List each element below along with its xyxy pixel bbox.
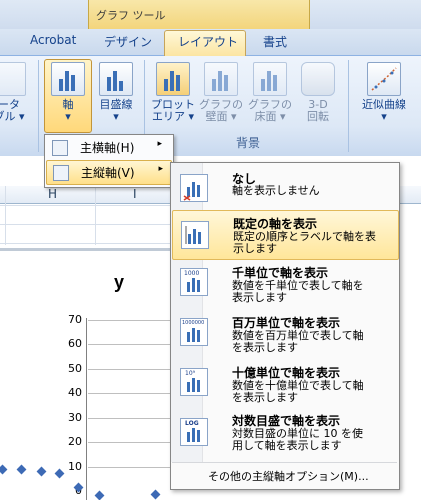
chart-gridline: [88, 369, 170, 370]
axis-log-icon: LOG: [180, 418, 208, 446]
menu-item-axis-default[interactable]: 既定の軸を表示 既定の順序とラベルで軸を表 示します: [172, 210, 399, 260]
menu-item-axis-log[interactable]: LOG 対数目盛で軸を表示 対数目盛の単位に 10 を使 用して軸を表示します: [172, 410, 397, 458]
chevron-right-icon: ▸: [157, 139, 162, 149]
menu-item-axis-none[interactable]: なし 軸を表示しません: [172, 166, 397, 210]
chart-gridline: [88, 418, 170, 419]
trendline-dropdown-arrow: ▾: [381, 110, 387, 123]
axis-billions-icon: 10⁹: [180, 368, 208, 396]
menu-item-description-2: 表示します: [232, 291, 287, 304]
chart-floor-button[interactable]: グラフの 床面 ▾: [246, 60, 294, 132]
3d-rotation-icon: [301, 62, 335, 96]
y-tick-label: 30: [68, 411, 82, 424]
tab-format[interactable]: 書式: [263, 33, 287, 50]
menu-separator: [172, 462, 397, 463]
axes-button[interactable]: 軸 ▾: [45, 60, 91, 132]
plot-area-button[interactable]: プロット エリア ▾: [150, 60, 196, 132]
chart-gridline: [88, 393, 170, 394]
menu-item-more-vertical-axis-options[interactable]: その他の主縦軸オプション(M)...: [208, 468, 369, 484]
gridlines-button[interactable]: 目盛線 ▾: [93, 60, 139, 132]
y-tick-label: 70: [68, 313, 82, 326]
menu-item-description-2: を表示します: [232, 391, 298, 404]
menu-item-description: 軸を表示しません: [232, 184, 320, 197]
menu-item-axis-thousands[interactable]: 1000 千単位で軸を表示 数値を千単位で表して軸を 表示します: [172, 260, 397, 308]
chart-wall-label-2: 壁面 ▾: [205, 110, 237, 123]
axes-icon: [51, 62, 85, 96]
y-axis-line: [86, 318, 87, 500]
data-table-icon: [0, 62, 26, 96]
column-header-i[interactable]: I: [133, 187, 137, 201]
vertical-axis-icon: [53, 165, 69, 181]
chart-floor-icon: [253, 62, 287, 96]
chevron-right-icon: ▸: [158, 164, 163, 174]
chart-frame-border: [0, 248, 170, 251]
row-gridline: [0, 224, 170, 225]
gridlines-dropdown-arrow: ▾: [113, 110, 119, 123]
menu-item-label: 主横軸(H): [80, 141, 135, 155]
axis-none-icon: [180, 174, 208, 202]
chart-gridline: [88, 344, 170, 345]
chart-title[interactable]: y: [114, 272, 124, 293]
gridlines-icon: [99, 62, 133, 96]
column-header-h[interactable]: H: [48, 187, 57, 201]
3d-rotation-label-2: 回転: [307, 110, 329, 123]
chart-gridline: [88, 320, 170, 321]
menu-item-primary-horizontal-axis[interactable]: 主横軸(H) ▸: [46, 136, 170, 159]
chart-tools-title: グラフ ツール: [96, 9, 166, 22]
tab-layout[interactable]: レイアウト: [178, 33, 238, 50]
chart-wall-button[interactable]: グラフの 壁面 ▾: [197, 60, 245, 132]
3d-rotation-button[interactable]: 3-D 回転: [296, 60, 340, 132]
menu-item-label: 主縦軸(V): [81, 166, 135, 180]
axis-thousands-icon: 1000: [180, 268, 208, 296]
trendline-button[interactable]: 近似曲線 ▾: [352, 60, 416, 132]
group-separator: [38, 60, 39, 152]
menu-item-axis-billions[interactable]: 10⁹ 十億単位で軸を表示 数値を十億単位で表して軸 を表示します: [172, 360, 397, 408]
group-separator: [348, 60, 349, 152]
data-table-label-2: ブル ▾: [0, 110, 25, 123]
menu-item-description-2: を表示します: [232, 341, 298, 354]
chart-wall-icon: [204, 62, 238, 96]
chart-gridline: [88, 442, 170, 443]
tab-design[interactable]: デザイン: [104, 33, 152, 50]
menu-item-axis-millions[interactable]: 1000000 百万単位で軸を表示 数値を百万単位で表して軸 を表示します: [172, 310, 397, 358]
y-tick-label: 40: [68, 386, 82, 399]
plot-area-icon: [156, 62, 190, 96]
axes-dropdown-arrow: ▾: [65, 110, 71, 123]
axis-default-icon: [181, 221, 209, 249]
chart-floor-label-2: 床面 ▾: [254, 110, 286, 123]
row-gridline: [0, 205, 170, 206]
y-tick-label: 50: [68, 362, 82, 375]
menu-item-description-2: 示します: [233, 242, 277, 255]
trendline-icon: [367, 62, 401, 96]
horizontal-axis-icon: [52, 140, 68, 156]
tab-acrobat[interactable]: Acrobat: [30, 33, 76, 47]
menu-item-primary-vertical-axis[interactable]: 主縦軸(V) ▸: [46, 160, 172, 185]
plot-area-label-2: エリア ▾: [151, 110, 195, 123]
chart-area[interactable]: [0, 245, 170, 500]
axis-millions-icon: 1000000: [180, 318, 208, 346]
chart-gridline: [88, 467, 170, 468]
y-tick-label: 60: [68, 337, 82, 350]
data-table-button[interactable]: ータ ブル ▾: [0, 60, 32, 132]
menu-item-description-2: 用して軸を表示します: [232, 439, 342, 452]
row-gridline: [0, 243, 170, 244]
group-label-background: 背景: [236, 136, 261, 150]
y-tick-label: 20: [68, 435, 82, 448]
